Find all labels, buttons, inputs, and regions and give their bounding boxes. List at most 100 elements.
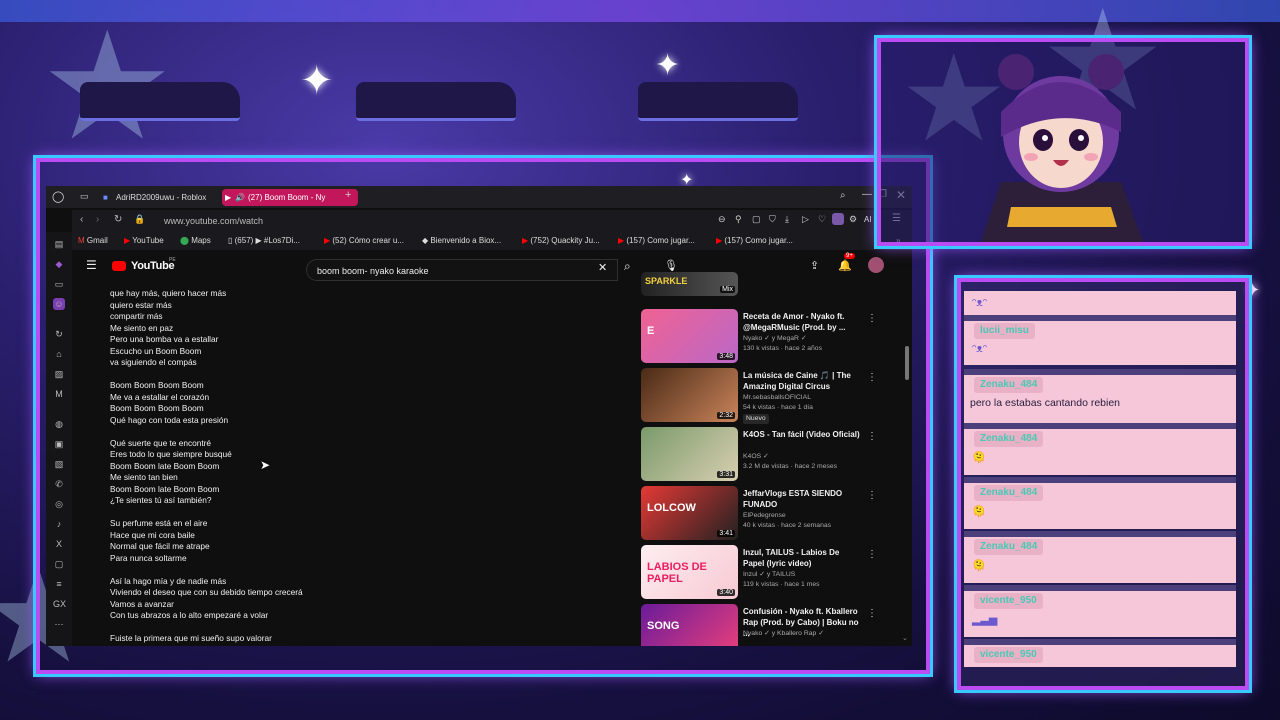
bookmark-youtube[interactable]: ▶ YouTube: [124, 234, 164, 248]
chat-username[interactable]: lucii_misu: [974, 323, 1035, 339]
video-title[interactable]: La música de Caine 🎵 | The Amazing Digit…: [743, 370, 861, 392]
minimize-button[interactable]: —: [862, 189, 872, 200]
bookmark-item[interactable]: ▶ (52) Cómo crear u...: [324, 234, 404, 248]
video-options-icon[interactable]: ⋮: [867, 372, 877, 383]
bookmark-item[interactable]: ◆ Bienvenido a Biox...: [422, 234, 501, 248]
video-thumbnail[interactable]: SPARKLE Mix: [641, 272, 738, 296]
video-channel[interactable]: Nyako ✓ y MegaR ✓: [743, 334, 873, 344]
bookmark-maps[interactable]: ⬤ Maps: [180, 234, 211, 248]
chat-username[interactable]: Zenaku_484: [974, 431, 1044, 447]
video-channel[interactable]: ElPedegrense: [743, 511, 873, 521]
ai-button[interactable]: AI: [864, 215, 872, 224]
url-field[interactable]: www.youtube.com/watch: [150, 214, 724, 228]
related-video[interactable]: 2:32 La música de Caine 🎵 | The Amazing D…: [641, 368, 891, 424]
heart-icon[interactable]: ♡: [818, 214, 826, 225]
sidebar-item-icon[interactable]: ▤: [53, 238, 65, 250]
new-tab-button[interactable]: +: [345, 189, 351, 201]
forward-button[interactable]: ›: [96, 214, 99, 225]
reload-button[interactable]: ↻: [114, 214, 122, 225]
pin-icon[interactable]: ⚲: [735, 214, 742, 225]
video-options-icon[interactable]: ⋮: [867, 313, 877, 324]
scroll-down-icon[interactable]: ⌄: [902, 634, 908, 642]
video-options-icon[interactable]: ⋮: [867, 549, 877, 560]
video-thumbnail[interactable]: 3:31: [641, 427, 738, 481]
video-channel[interactable]: Mr.sebasballsOFICIAL: [743, 393, 873, 403]
play-icon[interactable]: ▷: [802, 214, 809, 225]
youtube-logo-icon[interactable]: [112, 261, 126, 271]
video-thumbnail[interactable]: SONG: [641, 604, 738, 646]
tab-roblox[interactable]: ■ AdriRD2009uwu - Roblox: [100, 189, 228, 206]
profile-icon[interactable]: [832, 213, 844, 225]
search-input[interactable]: boom boom- nyako karaoke: [306, 259, 618, 281]
bookmark-item[interactable]: ▶ (157) Como jugar...: [618, 234, 695, 248]
video-options-icon[interactable]: ⋮: [867, 431, 877, 442]
back-button[interactable]: ‹: [80, 214, 83, 225]
video-channel[interactable]: Nyako ✓ y Kballero Rap ✓: [743, 629, 873, 639]
video-options-icon[interactable]: ⋮: [867, 490, 877, 501]
sidebar-item-icon[interactable]: ☺: [53, 298, 65, 310]
related-video[interactable]: LOLCOW 3:41 JeffarVlogs ESTA SIENDO FUNADO…: [641, 486, 891, 541]
settings-icon[interactable]: ⚙: [849, 214, 857, 225]
microphone-icon[interactable]: 🎙: [664, 259, 678, 272]
sidebar-item-icon[interactable]: ▣: [53, 438, 65, 450]
whatsapp-icon[interactable]: ✆: [53, 478, 65, 490]
vtuber-avatar: [981, 54, 1143, 242]
zoom-icon[interactable]: ⊖: [718, 214, 726, 225]
video-thumbnail[interactable]: LABIOS DE PAPEL 3:40: [641, 545, 738, 599]
chat-username[interactable]: Zenaku_484: [974, 539, 1044, 555]
bookmark-item[interactable]: ▶ (157) Como jugar...: [716, 234, 793, 248]
video-thumbnail[interactable]: 2:32: [641, 368, 738, 422]
youtube-logo-text[interactable]: YouTube: [131, 260, 175, 272]
x-icon[interactable]: X: [53, 538, 65, 550]
video-channel[interactable]: K4OS ✓: [743, 452, 873, 462]
scrollbar[interactable]: [905, 346, 909, 380]
related-video-partial[interactable]: SPARKLE Mix: [641, 272, 891, 302]
opera-logo-icon[interactable]: ◯: [52, 190, 64, 203]
sidebar-item-icon[interactable]: ◍: [53, 418, 65, 430]
more-icon[interactable]: ⋯: [53, 618, 65, 630]
video-channel[interactable]: Inzul ✓ y TAILUS: [743, 570, 873, 580]
tiktok-icon[interactable]: ♪: [53, 518, 65, 530]
chat-username[interactable]: vicente_950: [974, 647, 1043, 663]
clear-search-button[interactable]: ✕: [598, 261, 607, 274]
sidebar-item-icon[interactable]: M: [53, 388, 65, 400]
related-video[interactable]: 3:31 K4OS - Tan fácil (Video Oficial) K4OS…: [641, 427, 891, 482]
video-thumbnail[interactable]: E 3:48: [641, 309, 738, 363]
related-video[interactable]: SONG Confusión - Nyako ft. Kballero Rap (…: [641, 604, 891, 646]
sidebar-item-icon[interactable]: ◆: [53, 258, 65, 270]
shield-icon[interactable]: ⛉: [769, 214, 776, 225]
hamburger-menu-icon[interactable]: ☰: [86, 258, 97, 272]
notifications-bell-icon[interactable]: 🔔: [838, 259, 852, 272]
search-button[interactable]: ⌕: [624, 259, 631, 274]
history-icon[interactable]: ↻: [53, 328, 65, 340]
sidebar-item-icon[interactable]: GX: [53, 598, 66, 610]
sidebar-item-icon[interactable]: ⌂: [53, 348, 65, 360]
workspace-icon[interactable]: ▭: [80, 191, 89, 202]
sidebar-item-icon[interactable]: ▨: [53, 368, 65, 380]
avatar[interactable]: [868, 257, 884, 273]
related-video[interactable]: LABIOS DE PAPEL 3:40 Inzul, TAILUS - Labio…: [641, 545, 891, 600]
search-tabs-icon[interactable]: ⌕: [840, 190, 846, 201]
instagram-icon[interactable]: ◎: [53, 498, 65, 510]
video-title[interactable]: Inzul, TAILUS - Labios De Papel (lyric v…: [743, 547, 861, 569]
sidebar-item-icon[interactable]: ▢: [53, 558, 65, 570]
sidebar-item-icon[interactable]: ▧: [53, 458, 65, 470]
download-icon[interactable]: ⤓: [785, 214, 789, 225]
video-title[interactable]: Receta de Amor - Nyako ft. @MegaRMusic (…: [743, 311, 861, 333]
sidebar-item-icon[interactable]: ≡: [53, 578, 65, 590]
chat-username[interactable]: Zenaku_484: [974, 485, 1044, 501]
video-title[interactable]: JeffarVlogs ESTA SIENDO FUNADO: [743, 488, 861, 510]
sidebar-item-icon[interactable]: ▭: [53, 278, 65, 290]
tab-youtube[interactable]: ▶ 🔊 (27) Boom Boom - Ny: [222, 189, 358, 206]
related-video[interactable]: E 3:48 Receta de Amor - Nyako ft. @MegaRMu…: [641, 309, 891, 364]
upload-icon[interactable]: ⇪: [810, 259, 819, 272]
bookmark-gmail[interactable]: M Gmail: [78, 234, 108, 248]
video-options-icon[interactable]: ⋮: [867, 608, 877, 619]
chat-username[interactable]: vicente_950: [974, 593, 1043, 609]
bookmark-item[interactable]: ▶ (752) Quackity Ju...: [522, 234, 600, 248]
video-title[interactable]: K4OS - Tan fácil (Video Oficial): [743, 429, 861, 440]
video-thumbnail[interactable]: LOLCOW 3:41: [641, 486, 738, 540]
chat-username[interactable]: Zenaku_484: [974, 377, 1044, 393]
snapshot-icon[interactable]: ▢: [752, 214, 761, 225]
bookmark-item[interactable]: ▯ (657) ▶ #Los7Di...: [228, 234, 300, 248]
